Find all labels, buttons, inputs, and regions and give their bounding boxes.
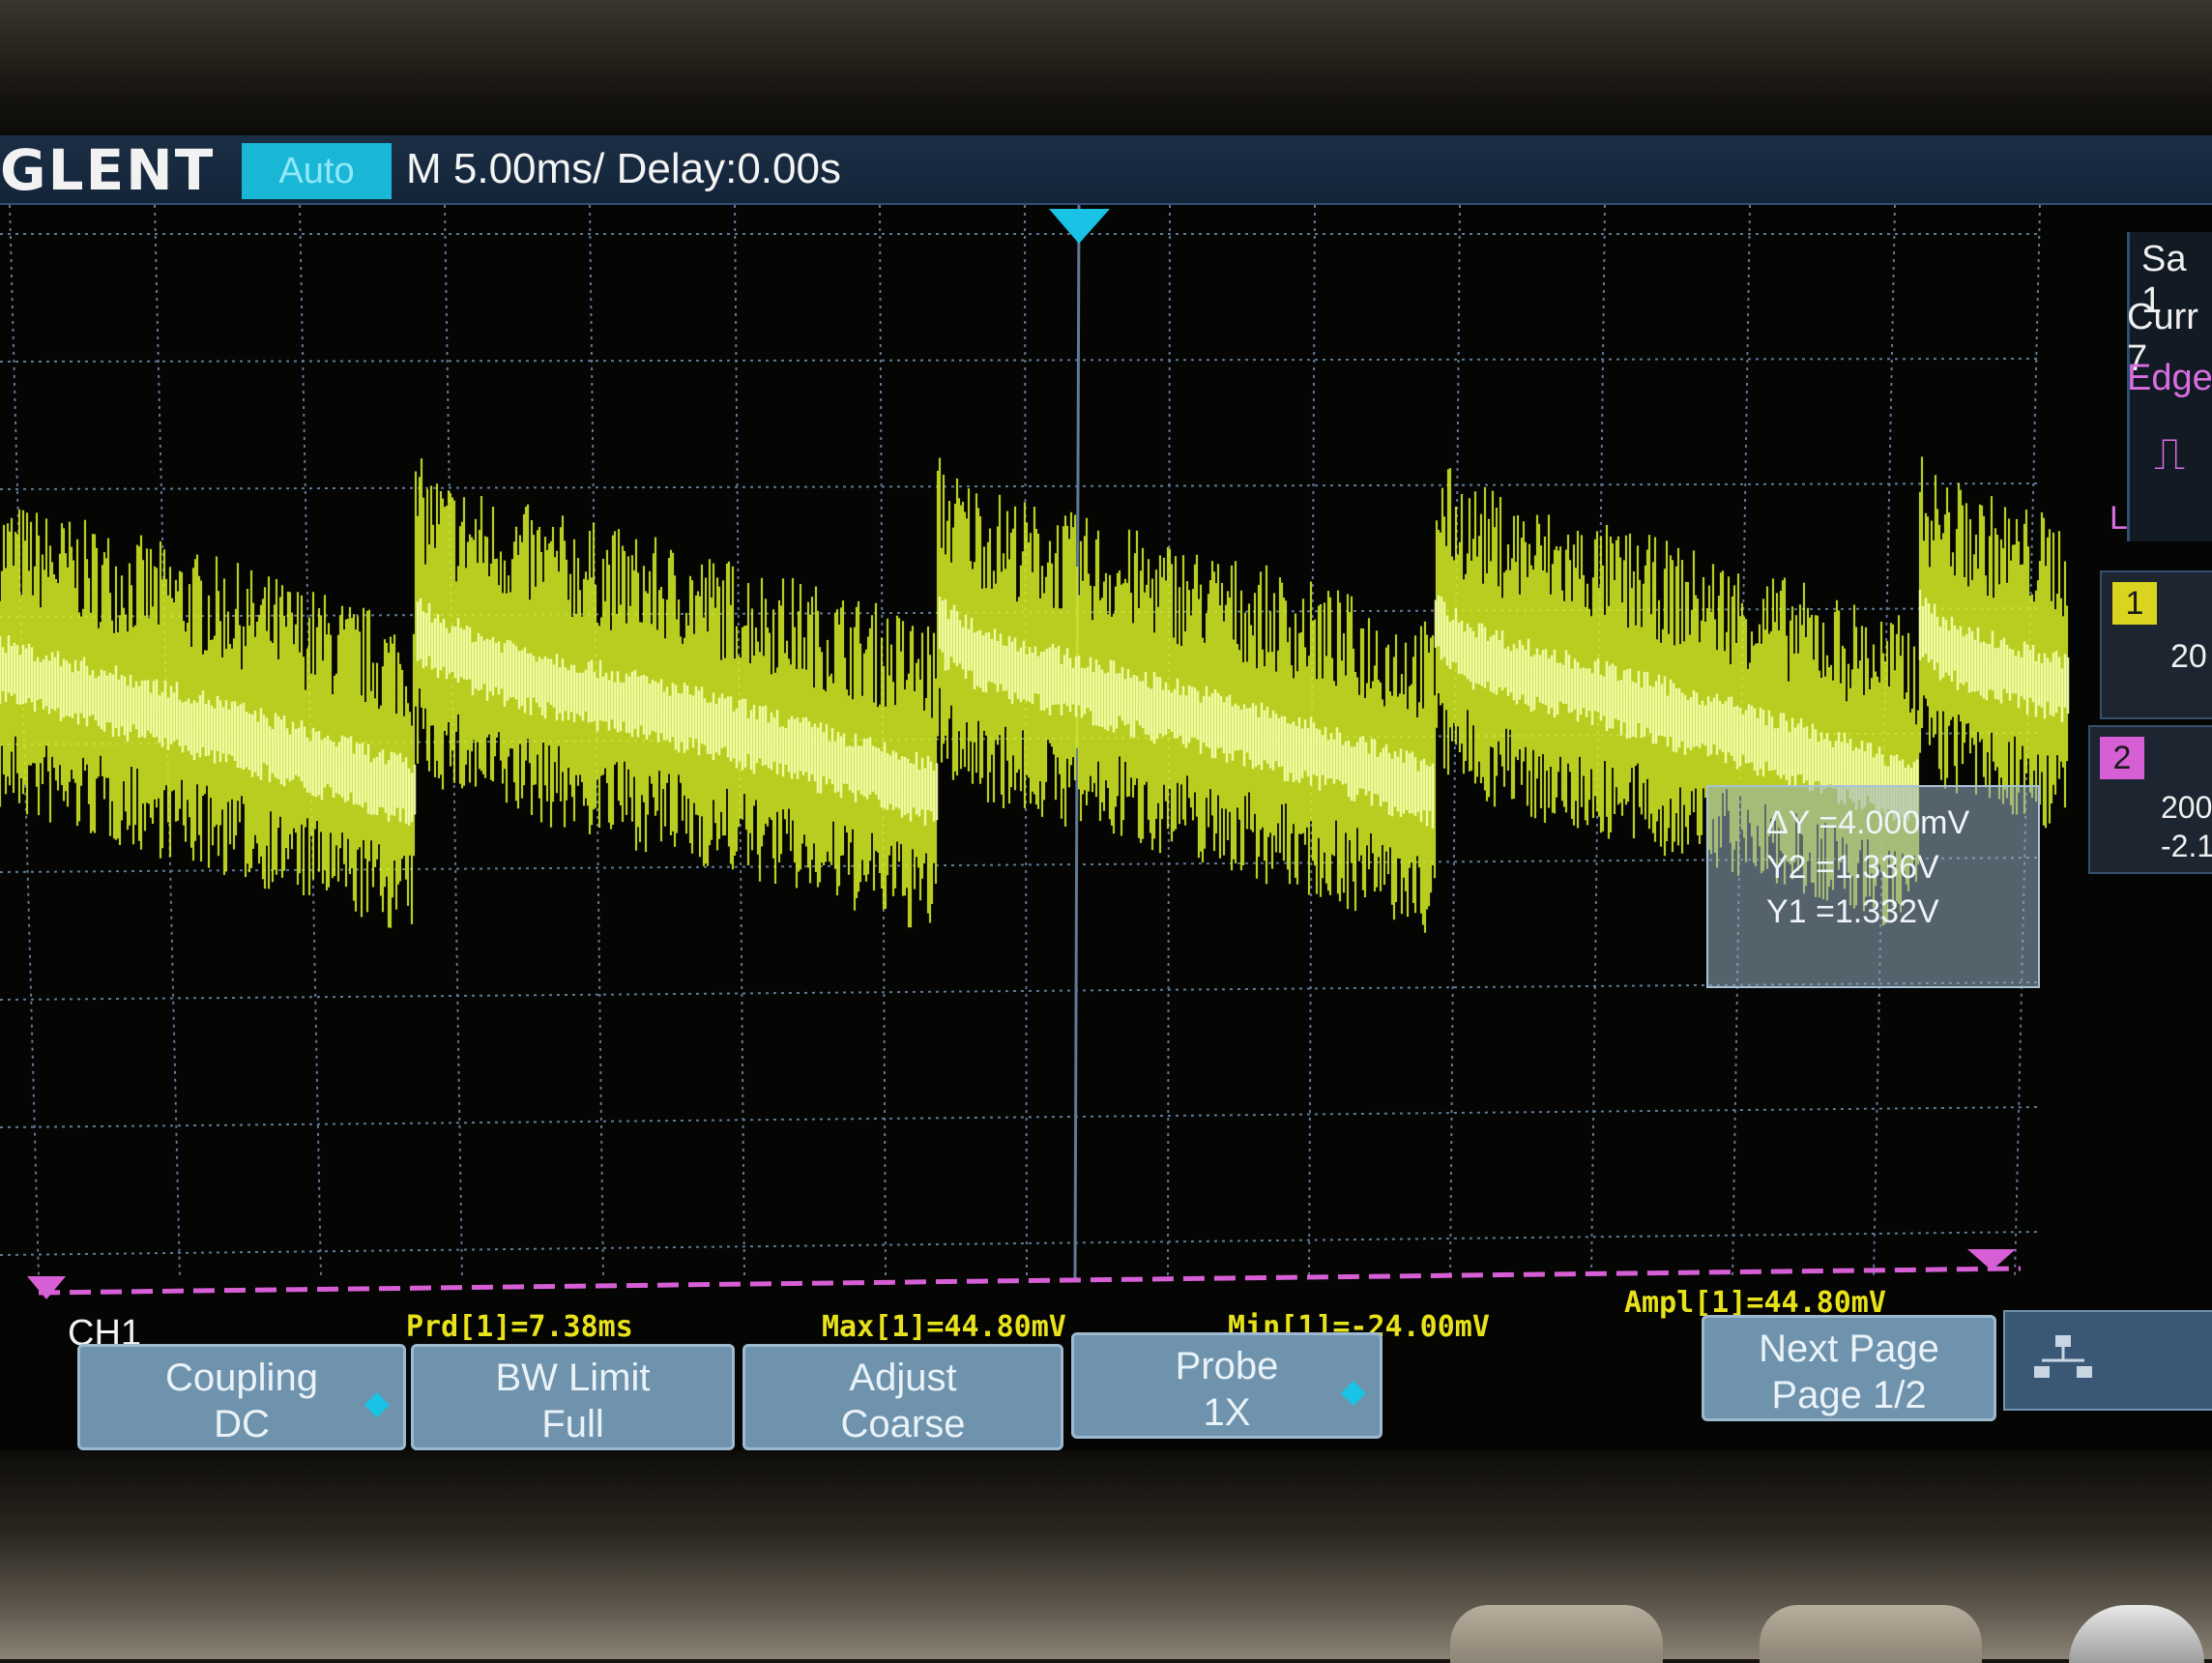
- channel2-scale: 200: [2161, 790, 2212, 825]
- adjust-title: Adjust: [849, 1357, 957, 1399]
- selector-diamond-icon: ◆: [364, 1385, 390, 1421]
- coupling-value: DC: [214, 1403, 270, 1445]
- selector-diamond-icon: ◆: [1340, 1373, 1366, 1410]
- next-page-softkey[interactable]: Next Page Page 1/2: [1702, 1315, 1996, 1421]
- right-info-panel: Sa 1 Curr 7 Edge ⎍ L 1 20 2 200 -2.1: [2088, 205, 2212, 1307]
- ground-reference-marker: [27, 1276, 66, 1299]
- network-icon: [2034, 1335, 2092, 1378]
- next-page-value: Page 1/2: [1771, 1374, 1927, 1416]
- graticule-hline: [0, 1106, 2041, 1128]
- rising-edge-icon: ⎍: [2154, 428, 2186, 479]
- scope-bezel-top: [0, 0, 2212, 140]
- trigger-position-marker: [1049, 209, 1110, 244]
- channel2-offset: -2.1: [2161, 829, 2212, 863]
- delta-y-readout: ΔY =4.000mV: [1766, 804, 1970, 841]
- probe-value: 1X: [1203, 1391, 1251, 1434]
- probe-title: Probe: [1175, 1345, 1279, 1387]
- timebase-readout: M 5.00ms/ Delay:0.00s: [406, 145, 841, 192]
- channel2-badge[interactable]: 2: [2100, 737, 2144, 779]
- channel1-scale: 20: [2170, 638, 2207, 675]
- graticule-hline: [0, 358, 2041, 363]
- network-status-box: [2003, 1310, 2212, 1411]
- front-panel-button[interactable]: [1760, 1605, 1982, 1663]
- trigger-type-label[interactable]: Edge: [2127, 358, 2212, 399]
- cursor-readout-panel: ΔY =4.000mV Y2 =1.336V Y1 =1.332V: [1706, 785, 2040, 988]
- y1-readout: Y1 =1.332V: [1766, 893, 1939, 930]
- next-page-title: Next Page: [1759, 1327, 1939, 1370]
- probe-softkey[interactable]: Probe 1X ◆: [1071, 1332, 1382, 1439]
- bw-limit-value: Full: [541, 1403, 604, 1445]
- y2-readout: Y2 =1.336V: [1766, 849, 1939, 886]
- bw-limit-title: BW Limit: [495, 1357, 651, 1399]
- trigger-mode-badge[interactable]: Auto: [242, 143, 392, 199]
- coupling-title: Coupling: [165, 1357, 318, 1399]
- bw-limit-softkey[interactable]: BW Limit Full: [411, 1344, 735, 1450]
- adjust-value: Coarse: [840, 1403, 966, 1445]
- brand-logo: GLENT: [0, 137, 216, 203]
- trigger-level-label: L: [2110, 500, 2128, 537]
- coupling-softkey[interactable]: Coupling DC ◆: [77, 1344, 406, 1450]
- channel1-badge[interactable]: 1: [2112, 582, 2157, 625]
- waveform-display: [0, 205, 2070, 1299]
- period-measurement: Prd[1]=7.38ms: [406, 1310, 633, 1344]
- max-measurement: Max[1]=44.80mV: [822, 1310, 1066, 1344]
- front-panel-button[interactable]: [1450, 1605, 1663, 1663]
- adjust-softkey[interactable]: Adjust Coarse: [742, 1344, 1063, 1450]
